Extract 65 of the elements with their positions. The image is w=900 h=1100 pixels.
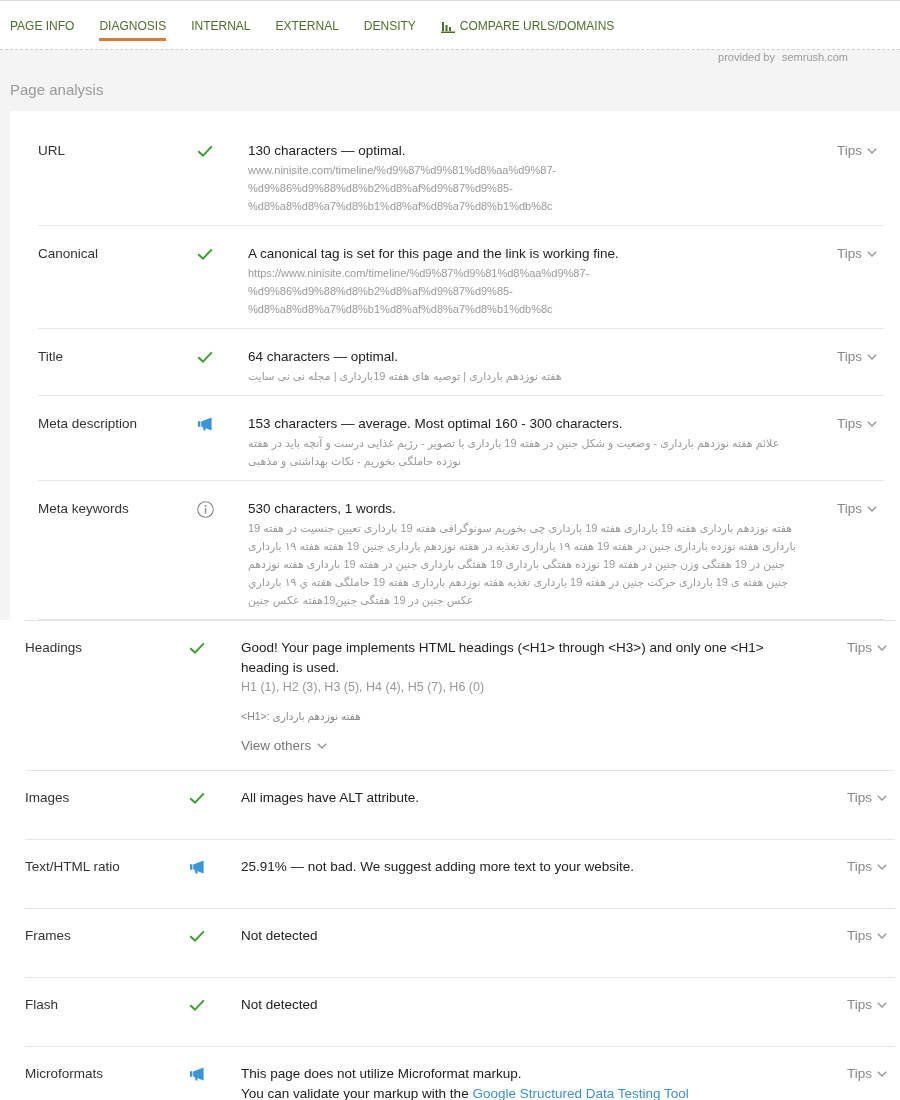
chevron-icon	[317, 743, 328, 749]
view-others-button[interactable]: View others	[241, 736, 328, 756]
chevron-icon	[877, 1071, 887, 1077]
chevron-icon	[867, 354, 877, 360]
nav-tab[interactable]: DENSITY	[363, 18, 416, 41]
chevron-icon	[877, 1002, 887, 1008]
bar-chart-icon	[440, 19, 455, 33]
chevron-icon	[867, 506, 877, 512]
result-text: Good! Your page implements HTML headings (<H1> through <H3>) and only one <H1> heading is used.	[241, 639, 765, 677]
nav-tab[interactable]: DIAGNOSIS	[99, 18, 167, 41]
chevron-icon	[867, 148, 877, 154]
tips-button[interactable]: Tips	[837, 244, 877, 264]
result-text: 25.91% — not bad. We suggest adding more text to your website.	[241, 858, 634, 876]
check-label: Text/HTML ratio	[25, 858, 120, 876]
tips-button[interactable]: Tips	[847, 788, 887, 808]
tips-button[interactable]: Tips	[847, 995, 887, 1015]
detail-text: هفته نوزدهم بارداری هفته 19 بارداری هفته 19 بارداری چی بخوریم سونوگرافی هفته 19 بارداری تعیین جنسیت در هفته 19 بارداری هفته نوزده بارداری جنین در هفته 19 هفته ۱۹ بارداری تغذیه در هفته نوزدهم بارداری جنین 19 هفته هفته ۱۹ بارداری جنین در 19 هفتگی وزن جنین در هفته 19 نوزده هفتگی بارداری 19 هفتگی بارداری جنین در هفته 19 بارداری هفته نوزدهم جنین هفته ی 19 بارداری حرکت جنین در هفته 19 بارداری تغذیه هفته نوزدهم بارداری هفته 19 حاملگی هفته ي ۱۹ بارداري عكس جنين در 19 هفتگی جنین19هفته عکس جنین	[248, 521, 796, 609]
check-label: Title	[38, 348, 63, 366]
check-label: URL	[38, 142, 65, 160]
tips-button[interactable]: Tips	[837, 347, 877, 367]
check-label: Meta description	[38, 415, 138, 433]
check-label: Headings	[25, 639, 83, 657]
heading-counts: H1 (1), H2 (3), H3 (5), H4 (4), H5 (7), H6 (0)	[241, 679, 485, 696]
result-text: Not detected	[241, 927, 318, 945]
tips-button[interactable]: Tips	[837, 141, 877, 161]
detail-text: www.ninisite.com/timeline/%d9%87%d9%81%d8%aa%d9%87-%d9%86%d9%88%d8%b2%d8%af%d9%87%d9%85-%d8%a8%d8%a7%d8%b1%d8%af%d8%a7%d8%b1%db%8c	[248, 163, 558, 214]
result-text: 153 characters — average. Most optimal 160 - 300 characters.	[248, 415, 623, 433]
result-text: All images have ALT attribute.	[241, 789, 420, 807]
check-label: Meta keywords	[38, 500, 129, 518]
nav-tab[interactable]: PAGE INFO	[10, 18, 75, 41]
tips-button[interactable]: Tips	[847, 1064, 887, 1084]
chevron-icon	[867, 421, 877, 427]
tips-button[interactable]: Tips	[847, 857, 887, 877]
section-title: Page analysis	[10, 82, 104, 98]
detail-text: هفته نوزدهم بارداری | توصیه های هفته 19بارداری | مجله نی نی سایت	[248, 369, 562, 385]
testing-tool-link[interactable]: Google Structured Data Testing Tool	[472, 1086, 689, 1100]
check-label: Images	[25, 789, 70, 807]
nav-tab[interactable]: INTERNAL	[191, 18, 251, 41]
result-text: Not detected	[241, 996, 318, 1014]
detail-text: You can validate your markup with the Google Structured Data Testing Tool	[241, 1085, 689, 1100]
check-label: Frames	[25, 927, 71, 945]
chevron-icon	[877, 795, 887, 801]
provided-by-text: provided by	[718, 50, 775, 64]
check-label: Canonical	[38, 245, 99, 263]
nav-tab[interactable]: EXTERNAL	[275, 18, 339, 41]
chevron-icon	[877, 645, 887, 651]
result-text: 64 characters — optimal.	[248, 348, 399, 366]
result-text: 130 characters — optimal.	[248, 142, 406, 160]
h1-text: <H1>: هفته نوزدهم بارداری	[241, 709, 361, 725]
provider-name: semrush.com	[781, 50, 848, 64]
chevron-icon	[877, 933, 887, 939]
chevron-icon	[867, 251, 877, 257]
result-text: 530 characters, 1 words.	[248, 500, 396, 518]
nav-tab[interactable]: COMPARE URLS/DOMAINS	[440, 18, 615, 41]
tips-button[interactable]: Tips	[847, 926, 887, 946]
tips-button[interactable]: Tips	[847, 638, 887, 658]
detail-text: https://www.ninisite.com/timeline/%d9%87%d9%81%d8%aa%d9%87-%d9%86%d9%88%d8%b2%d8%af%d9%87%d9%85-%d8%a8%d8%a7%d8%b1%d8%af%d8%a7%d8%b1%db%8c	[248, 266, 591, 317]
chevron-icon	[877, 864, 887, 870]
check-label: Flash	[25, 996, 58, 1014]
tips-button[interactable]: Tips	[837, 499, 877, 519]
result-text: A canonical tag is set for this page and the link is working fine.	[248, 245, 619, 263]
result-text: This page does not utilize Microformat markup.	[241, 1065, 522, 1083]
tips-button[interactable]: Tips	[837, 414, 877, 434]
detail-text: علائم هفته نوزدهم بارداری - وضعیت و شکل جنین در هفته 19 بارداری با تصویر - رژیم غذایی درست و آنچه باید در هفته نوزده حاملگی بخوریم - نکات بهداشتی و مذهبی	[248, 435, 781, 470]
check-label: Microformats	[25, 1065, 103, 1083]
